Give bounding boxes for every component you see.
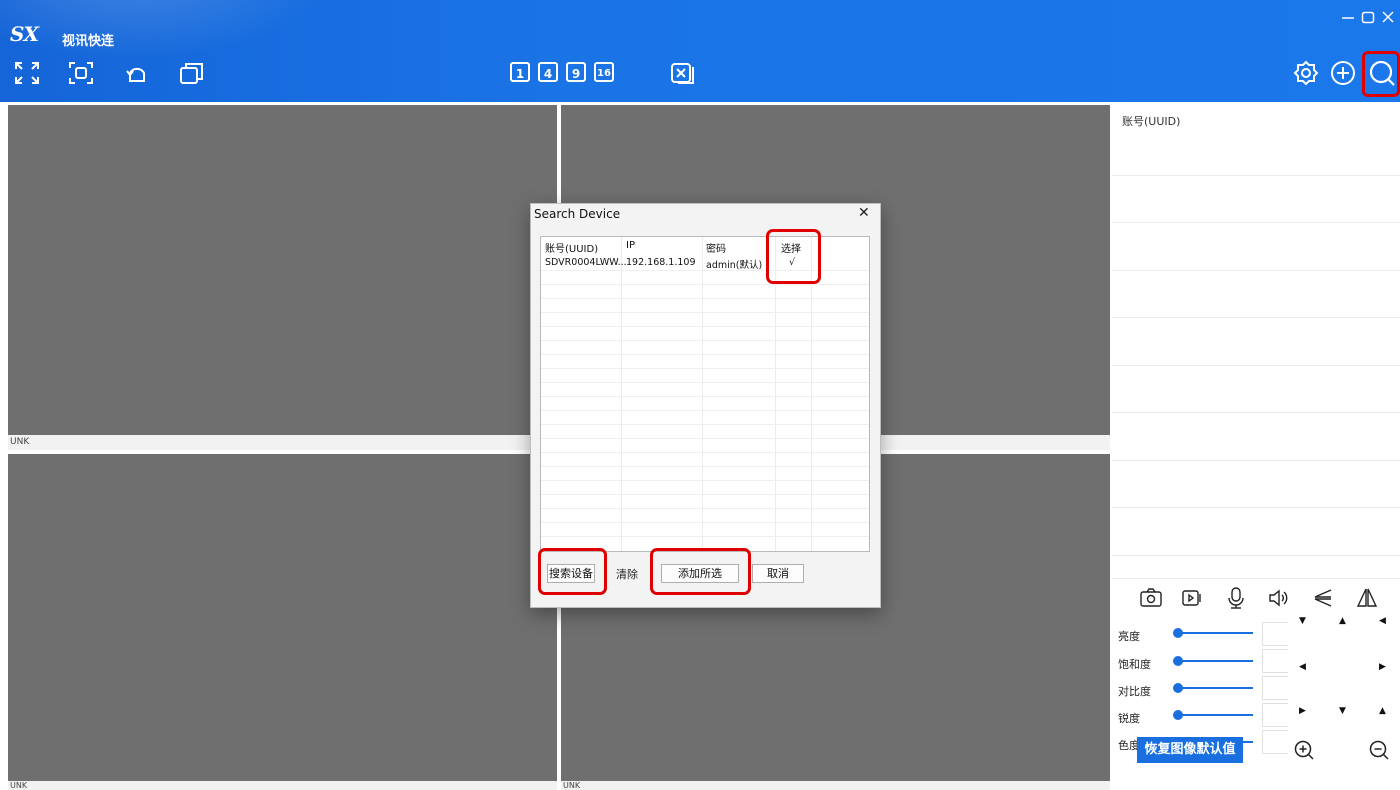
ptz-down-icon[interactable]: ▼ <box>1339 706 1346 716</box>
rotate-icon[interactable] <box>124 61 150 85</box>
sharpness-label: 锐度 <box>1118 712 1140 725</box>
video-pane-4-label: UNK <box>561 781 1110 790</box>
contrast-label: 对比度 <box>1118 685 1151 698</box>
row-ip-cell[interactable]: 192.168.1.109 <box>626 257 696 268</box>
speaker-icon[interactable] <box>1267 586 1291 610</box>
minimize-icon[interactable] <box>1341 10 1355 24</box>
fullscreen-icon[interactable] <box>14 61 40 85</box>
select-column-highlight <box>766 229 821 284</box>
ptz-up-corner-icon[interactable]: ▲ <box>1379 706 1386 716</box>
app-logo: SX <box>10 22 39 46</box>
zoom-out-icon[interactable] <box>1368 739 1390 764</box>
layout-16-button[interactable]: 16 <box>594 62 614 82</box>
saturation-label: 饱和度 <box>1118 658 1151 671</box>
ptz-up-icon[interactable]: ▲ <box>1339 616 1346 626</box>
video-pane-3[interactable] <box>8 454 557 781</box>
sharpness-slider[interactable] <box>1177 714 1253 716</box>
column-header-uuid[interactable]: 账号(UUID) <box>545 240 598 255</box>
brightness-label: 亮度 <box>1118 630 1140 643</box>
clear-button[interactable]: 清除 <box>616 566 638 582</box>
video-pane-3-label: UNK <box>8 781 557 790</box>
add-selected-highlight <box>650 548 751 595</box>
mirror-icon[interactable] <box>1355 586 1379 610</box>
search-highlight <box>1362 51 1400 97</box>
brightness-slider-knob[interactable] <box>1173 628 1183 638</box>
value-box <box>1262 730 1288 754</box>
close-all-icon[interactable] <box>670 61 696 85</box>
saturation-slider[interactable] <box>1177 660 1253 662</box>
row-uuid-cell[interactable]: SDVR0004LWW... <box>545 257 627 268</box>
video-pane-1[interactable] <box>8 105 557 435</box>
column-header-ip[interactable]: IP <box>626 240 635 251</box>
dialog-title: Search Device <box>534 207 621 221</box>
column-header-password[interactable]: 密码 <box>706 240 726 255</box>
app-title: 视讯快连 <box>62 34 115 49</box>
row-password-cell[interactable]: admin(默认) <box>706 257 762 271</box>
add-device-icon[interactable] <box>1330 60 1356 86</box>
title-bar <box>0 0 1400 102</box>
ptz-down-left-icon[interactable]: ▼ <box>1299 616 1306 626</box>
ptz-right-icon[interactable]: ▶ <box>1379 662 1386 672</box>
layout-1-button[interactable]: 1 <box>510 62 530 82</box>
video-pane-1-label: UNK <box>8 435 557 450</box>
layout-4-button[interactable]: 4 <box>538 62 558 82</box>
ptz-right-corner-icon[interactable]: ▶ <box>1299 706 1306 716</box>
sharpness-slider-knob[interactable] <box>1173 710 1183 720</box>
ptz-left-corner-icon[interactable]: ◀ <box>1379 616 1386 626</box>
restore-defaults-button[interactable]: 恢复图像默认值 <box>1137 737 1243 763</box>
search-button-highlight <box>538 548 607 595</box>
close-icon[interactable] <box>1381 10 1395 24</box>
cancel-button[interactable]: 取消 <box>752 564 804 583</box>
layout-9-button[interactable]: 9 <box>566 62 586 82</box>
contrast-slider[interactable] <box>1177 687 1253 689</box>
brightness-slider[interactable] <box>1177 632 1253 634</box>
ptz-left-icon[interactable]: ◀ <box>1299 662 1306 672</box>
device-list-header: 账号(UUID) <box>1122 115 1181 128</box>
snapshot-icon[interactable] <box>1139 586 1163 610</box>
value-box <box>1262 703 1288 727</box>
saturation-slider-knob[interactable] <box>1173 656 1183 666</box>
dialog-close-icon[interactable]: ✕ <box>858 205 870 221</box>
record-icon[interactable] <box>1180 586 1204 610</box>
value-box <box>1262 622 1288 646</box>
device-list-panel <box>1112 104 1400 790</box>
value-box <box>1262 649 1288 673</box>
contrast-slider-knob[interactable] <box>1173 683 1183 693</box>
settings-icon[interactable] <box>1293 60 1319 86</box>
focus-frame-icon[interactable] <box>68 61 94 85</box>
maximize-icon[interactable] <box>1361 10 1375 24</box>
value-box <box>1262 676 1288 700</box>
flip-vertical-icon[interactable] <box>1311 586 1335 610</box>
copy-window-icon[interactable] <box>178 61 206 85</box>
microphone-icon[interactable] <box>1224 586 1248 610</box>
zoom-in-icon[interactable] <box>1293 739 1315 764</box>
